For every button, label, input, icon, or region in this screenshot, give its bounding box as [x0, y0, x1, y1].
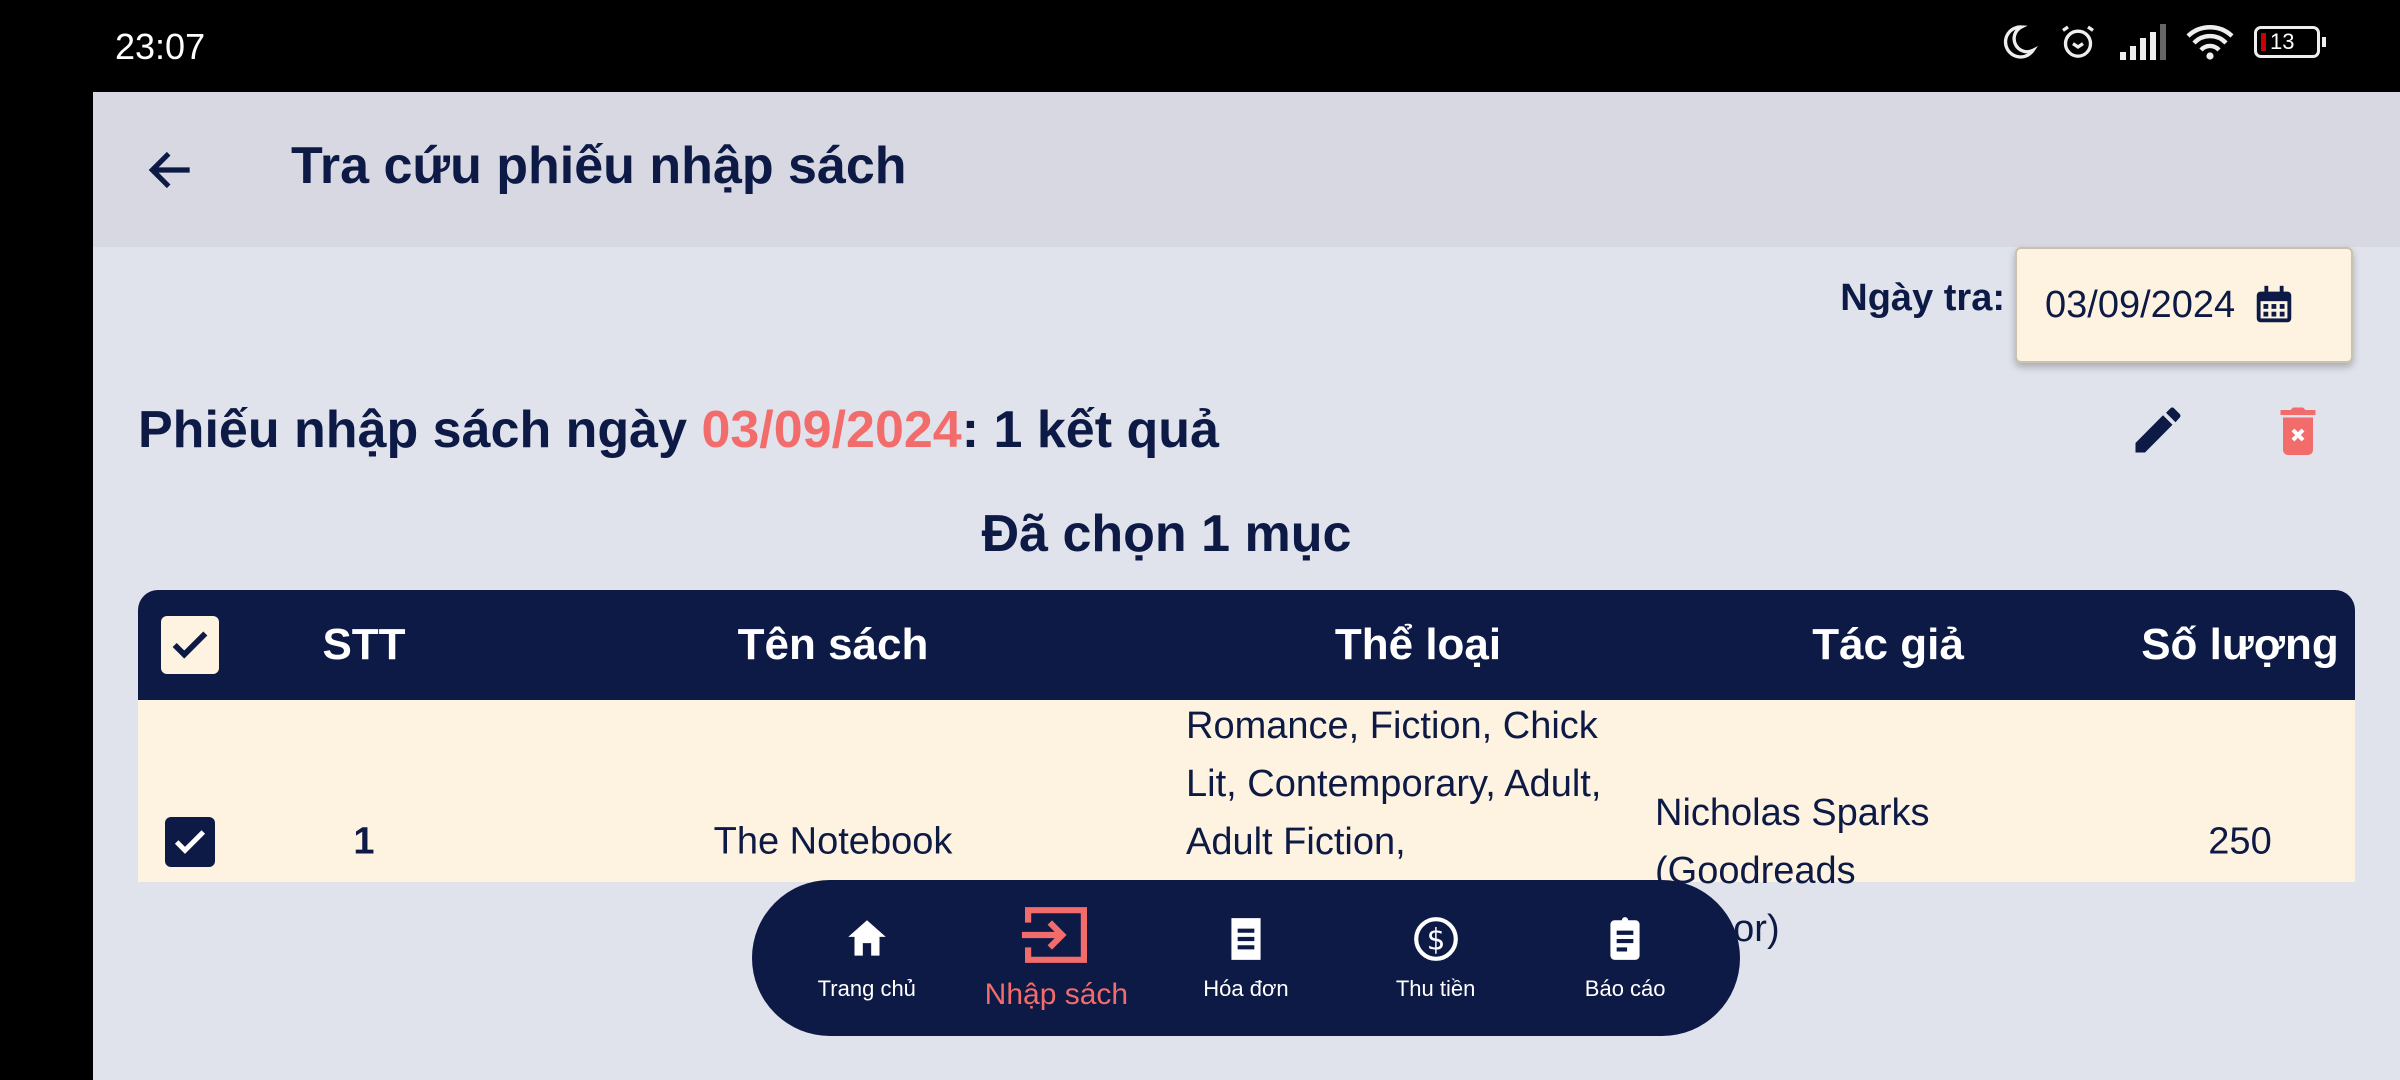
nav-payment[interactable]: $ Thu tiền [1346, 914, 1526, 1002]
heading-suffix: : 1 kết quả [961, 401, 1219, 459]
header-stt: STT [322, 620, 406, 669]
header-author: Tác giả [1812, 620, 1964, 669]
row-quantity: 250 [2208, 820, 2272, 863]
app-screen: Tra cứu phiếu nhập sách Ngày tra: 03/09/… [93, 92, 2400, 1080]
nav-import-books[interactable]: Nhập sách [966, 904, 1146, 1012]
nav-label: Nhập sách [984, 978, 1129, 1011]
input-icon [1022, 907, 1088, 963]
wifi-icon [2186, 25, 2234, 60]
nav-label: Báo cáo [1584, 976, 1666, 1001]
delete-icon[interactable] [2268, 400, 2328, 460]
receipt-icon [1231, 918, 1261, 960]
moon-icon [2003, 25, 2038, 59]
app-bar: Tra cứu phiếu nhập sách [93, 92, 2400, 247]
check-icon [174, 830, 206, 854]
battery-icon: 13 [2254, 26, 2326, 58]
row-checkbox[interactable] [165, 817, 215, 867]
heading-prefix: Phiếu nhập sách ngày [138, 401, 702, 459]
header-genre: Thể loại [1334, 620, 1502, 669]
result-heading: Phiếu nhập sách ngày 03/09/2024: 1 kết q… [138, 400, 1219, 460]
table-row[interactable]: 1 The Notebook Romance, Fiction, Chick L… [138, 700, 2355, 950]
dollar-icon: $ [1413, 917, 1458, 961]
status-time: 23:07 [115, 26, 206, 67]
alarm-icon [2062, 25, 2094, 58]
status-bar: 23:07 13 [0, 0, 2400, 92]
nav-label: Thu tiền [1395, 976, 1476, 1001]
row-title: The Notebook [713, 820, 953, 863]
calendar-icon[interactable] [2251, 282, 2297, 328]
date-label: Ngày tra: [1840, 277, 2005, 319]
home-icon [848, 920, 886, 956]
select-all-checkbox[interactable] [161, 616, 219, 674]
svg-text:$: $ [1426, 922, 1445, 956]
page-title: Tra cứu phiếu nhập sách [291, 137, 907, 195]
back-arrow-icon[interactable] [143, 142, 199, 198]
clipboard-icon [1610, 917, 1640, 960]
signal-icon [2120, 24, 2166, 60]
date-value: 03/09/2024 [2045, 283, 2236, 326]
row-stt: 1 [353, 820, 375, 863]
nav-label: Trang chủ [817, 976, 916, 1001]
nav-label: Hóa đơn [1203, 976, 1289, 1001]
nav-home[interactable]: Trang chủ [777, 914, 957, 1002]
edit-icon[interactable] [2128, 400, 2188, 460]
nav-invoice[interactable]: Hóa đơn [1156, 914, 1336, 1002]
row-genre: Romance, Fiction, Chick Lit, Contemporar… [1186, 705, 1602, 863]
date-picker-field[interactable]: 03/09/2024 [2015, 247, 2353, 363]
heading-date: 03/09/2024 [701, 401, 962, 459]
selection-count: Đã chọn 1 mục [981, 505, 1352, 563]
header-title: Tên sách [737, 620, 929, 669]
bottom-nav: Trang chủ Nhập sách Hóa đơn $ Thu tiền B… [752, 880, 1740, 1036]
header-quantity: Số lượng [2141, 620, 2339, 669]
check-icon [172, 631, 208, 659]
book-table: STT Tên sách Thể loại Tác giả Số lượng 1… [138, 590, 2355, 950]
nav-report[interactable]: Báo cáo [1535, 914, 1715, 1002]
table-header: STT Tên sách Thể loại Tác giả Số lượng [138, 590, 2355, 700]
battery-level: 13 [2270, 29, 2295, 54]
